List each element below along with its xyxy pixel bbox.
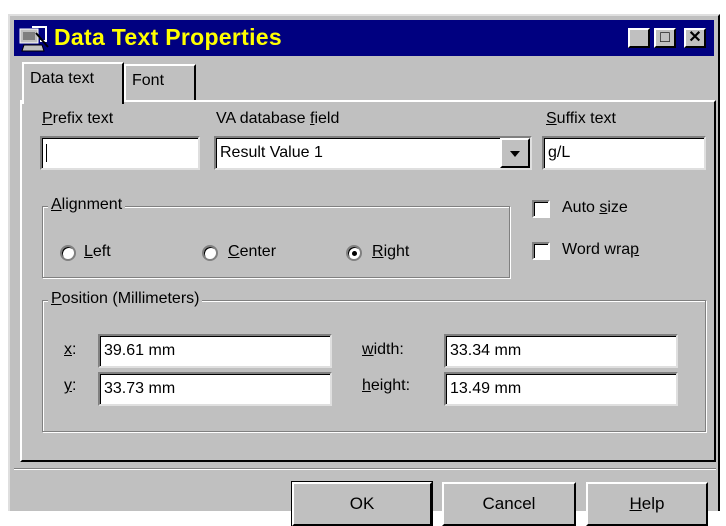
height-input[interactable]: 13.49 mm bbox=[444, 372, 678, 406]
align-center-label[interactable]: Center bbox=[228, 243, 276, 261]
x-input[interactable]: 39.61 mm bbox=[98, 334, 332, 368]
ok-button[interactable]: OK bbox=[291, 481, 433, 526]
cancel-button-label: Cancel bbox=[482, 494, 536, 513]
ok-button-label: OK bbox=[349, 494, 375, 513]
title-bar[interactable]: Data Text Properties _ □ ✕ bbox=[14, 20, 714, 56]
suffix-text-input[interactable]: g/L bbox=[542, 136, 706, 170]
va-database-field-select[interactable]: Result Value 1 bbox=[214, 136, 532, 170]
width-label: width: bbox=[362, 341, 404, 358]
word-wrap-label[interactable]: Word wrap bbox=[562, 241, 639, 259]
tab-label: Font bbox=[132, 72, 165, 89]
auto-size-checkbox[interactable] bbox=[532, 200, 550, 218]
word-wrap-checkbox[interactable] bbox=[532, 242, 550, 260]
separator-highlight bbox=[14, 469, 716, 470]
align-left-radio[interactable] bbox=[60, 245, 76, 261]
cancel-button[interactable]: Cancel bbox=[442, 482, 576, 526]
y-input[interactable]: 33.73 mm bbox=[98, 372, 332, 406]
minimize-icon: _ bbox=[634, 32, 644, 49]
data-text-properties-dialog: Data Text Properties _ □ ✕ Data text Fon… bbox=[8, 14, 720, 526]
window-title: Data Text Properties bbox=[54, 24, 282, 50]
va-database-field-label: VA database field bbox=[216, 110, 340, 127]
y-label: y: bbox=[64, 377, 77, 394]
x-label: x: bbox=[64, 341, 77, 358]
help-button[interactable]: Help bbox=[586, 482, 708, 526]
help-button-label: Help bbox=[629, 494, 665, 513]
maximize-button[interactable]: □ bbox=[654, 28, 676, 48]
alignment-group bbox=[42, 206, 510, 278]
suffix-text-label: Suffix text bbox=[546, 110, 616, 127]
position-group-title: Position (Millimeters) bbox=[48, 290, 203, 308]
tab-data-text[interactable]: Data text bbox=[22, 62, 124, 104]
close-icon: ✕ bbox=[688, 29, 702, 46]
align-center-radio[interactable] bbox=[202, 245, 218, 261]
prefix-text-label: Prefix text bbox=[42, 110, 114, 127]
text-caret bbox=[46, 144, 47, 162]
alignment-group-title: Alignment bbox=[48, 196, 126, 214]
close-button[interactable]: ✕ bbox=[684, 28, 706, 48]
align-right-radio[interactable] bbox=[346, 245, 362, 261]
align-left-label[interactable]: Left bbox=[84, 243, 111, 261]
tab-font[interactable]: Font bbox=[124, 64, 196, 100]
auto-size-label[interactable]: Auto size bbox=[562, 199, 628, 217]
height-label: height: bbox=[362, 377, 411, 394]
tab-label: Data text bbox=[30, 70, 95, 87]
minimize-button[interactable]: _ bbox=[628, 28, 650, 49]
width-input[interactable]: 33.34 mm bbox=[444, 334, 678, 368]
app-icon bbox=[19, 26, 49, 52]
maximize-icon: □ bbox=[660, 29, 670, 46]
dropdown-arrow-icon[interactable] bbox=[500, 138, 530, 168]
prefix-text-input[interactable] bbox=[40, 136, 200, 170]
align-right-label[interactable]: Right bbox=[372, 243, 409, 261]
